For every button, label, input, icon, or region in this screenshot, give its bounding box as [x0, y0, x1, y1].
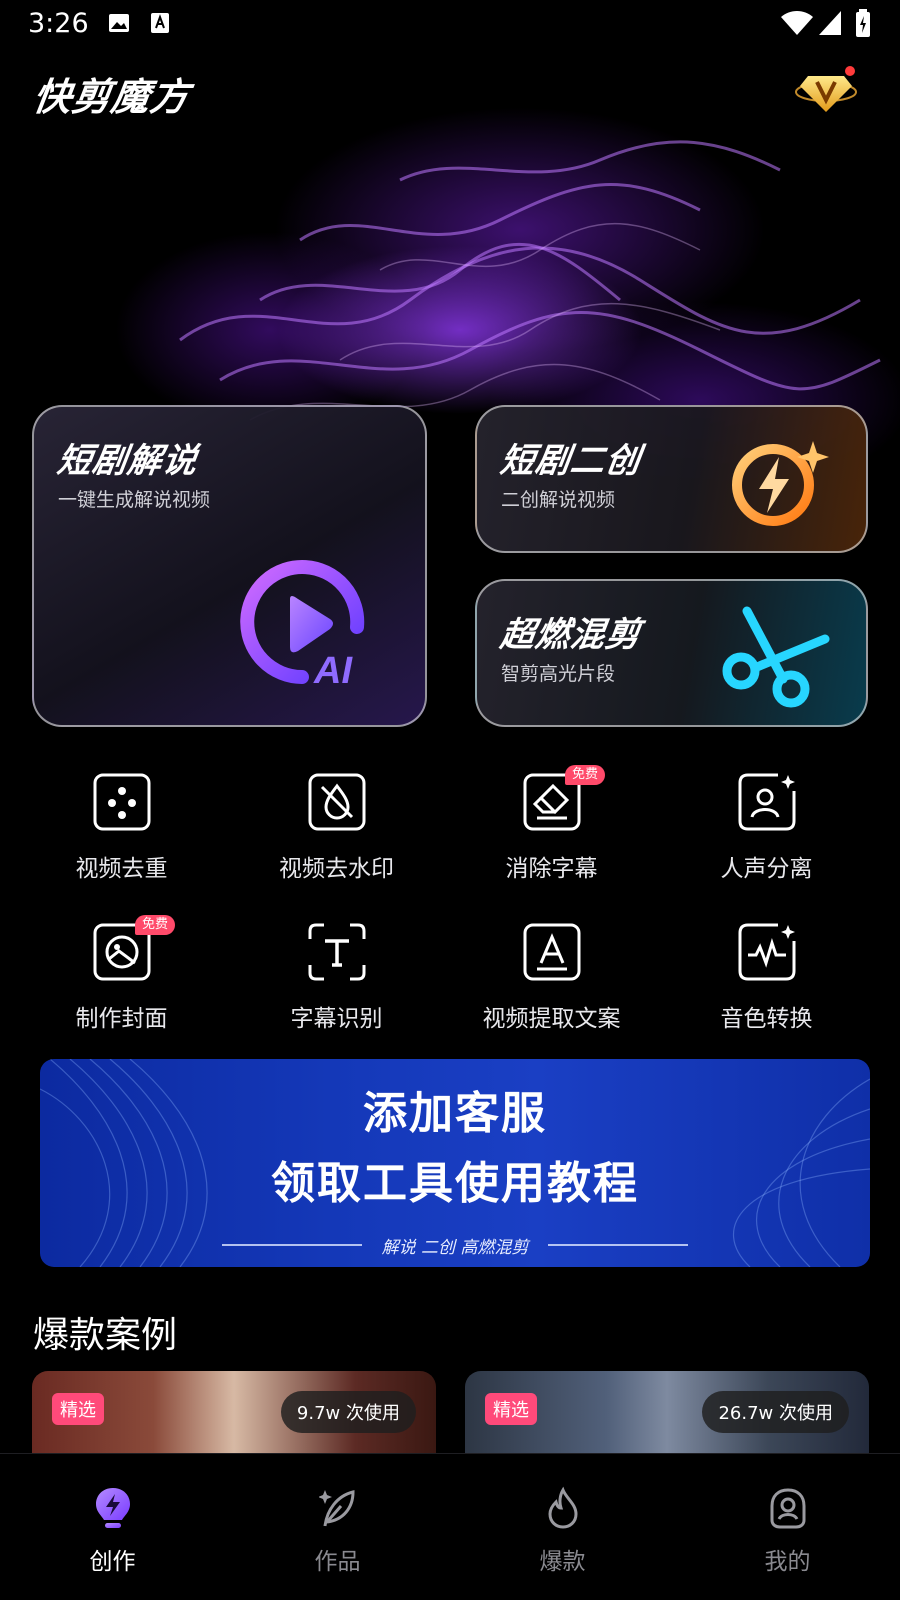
banner-subheadline: 领取工具使用教程 — [271, 1158, 639, 1209]
card-title: 短剧解说 — [54, 441, 201, 481]
tool-label: 视频去重 — [75, 856, 168, 882]
gallery-icon — [109, 14, 129, 32]
card-subtitle: 二创解说视频 — [501, 489, 616, 511]
tool-label: 人声分离 — [720, 856, 813, 882]
extract-text-icon — [523, 923, 581, 981]
featured-tag: 精选 — [52, 1393, 104, 1425]
nav-tab-create[interactable]: 创作 — [0, 1454, 225, 1600]
free-badge: 免费 — [565, 765, 606, 785]
no-watermark-icon — [308, 773, 366, 831]
card-title: 超燃混剪 — [497, 615, 644, 655]
tool-label: 消除字幕 — [505, 856, 598, 882]
signal-icon — [819, 11, 841, 35]
card-title: 短剧二创 — [497, 441, 644, 481]
voice-separate-icon — [738, 773, 796, 831]
tool-make-cover[interactable]: 免费 制作封面 — [14, 915, 229, 1053]
nav-tab-profile[interactable]: 我的 — [675, 1454, 900, 1600]
tool-remove-watermark[interactable]: 视频去水印 — [229, 773, 444, 903]
nav-label: 作品 — [314, 1549, 361, 1575]
customer-service-banner[interactable]: 添加客服 领取工具使用教程 解说 二创 高燃混剪 — [40, 1059, 870, 1267]
dice-icon — [93, 773, 151, 831]
works-leaf-icon — [319, 1490, 355, 1527]
font-a-icon — [151, 13, 169, 33]
card-subtitle: 一键生成解说视频 — [58, 489, 211, 511]
tool-label: 字幕识别 — [290, 1006, 383, 1032]
tool-label: 音色转换 — [720, 1006, 813, 1032]
tool-remove-subtitles[interactable]: 免费 消除字幕 — [444, 765, 659, 903]
tool-label: 视频提取文案 — [482, 1006, 621, 1032]
nav-label: 创作 — [89, 1549, 136, 1575]
lightning-sparkle-icon — [732, 441, 829, 526]
tool-extract-copywriting[interactable]: 视频提取文案 — [444, 923, 659, 1053]
notification-dot — [845, 66, 855, 76]
tool-subtitle-recognition[interactable]: 字幕识别 — [229, 923, 444, 1053]
banner-headline: 添加客服 — [363, 1088, 547, 1139]
section-title: 爆款案例 — [33, 1315, 178, 1356]
feature-card-highlight-mix[interactable]: 超燃混剪 智剪高光片段 — [475, 579, 868, 727]
app-logo: 快剪魔方 — [30, 75, 193, 119]
feature-card-drama-narration[interactable]: 短剧解说 一键生成解说视频 AI — [32, 405, 427, 727]
nav-label: 爆款 — [539, 1549, 586, 1575]
wifi-icon — [781, 11, 813, 35]
profile-icon — [770, 1488, 806, 1529]
tool-voice-conversion[interactable]: 音色转换 — [659, 923, 874, 1053]
scissors-icon — [722, 606, 830, 708]
banner-divider-right — [548, 1244, 688, 1246]
flame-icon — [548, 1486, 578, 1529]
card-subtitle: 智剪高光片段 — [501, 663, 616, 685]
ai-play-icon: AI — [240, 560, 365, 692]
banner-tagline: 解说 二创 高燃混剪 — [381, 1238, 529, 1258]
feature-card-drama-remix[interactable]: 短剧二创 二创解说视频 — [475, 405, 868, 553]
voice-convert-icon — [738, 923, 796, 981]
usage-count: 26.7w 次使用 — [702, 1391, 849, 1433]
tool-voice-separation[interactable]: 人声分离 — [659, 773, 874, 903]
tool-label: 制作封面 — [75, 1006, 168, 1032]
nav-tab-trending[interactable]: 爆款 — [450, 1454, 675, 1600]
create-bolt-icon — [96, 1488, 130, 1528]
app-screen: 3:26 快剪魔方 短剧解说 一键生成解说视频 AI 短剧二创 二创解说视频 超… — [0, 0, 900, 1600]
status-time: 3:26 — [28, 8, 89, 39]
tool-label: 视频去水印 — [279, 856, 394, 882]
bottom-nav: 创作 作品 爆款 我的 — [0, 1453, 900, 1600]
featured-tag: 精选 — [485, 1393, 537, 1425]
nav-tab-works[interactable]: 作品 — [225, 1454, 450, 1600]
tool-video-dedupe[interactable]: 视频去重 — [14, 773, 229, 903]
free-badge: 免费 — [135, 915, 176, 935]
text-recognize-icon — [308, 923, 366, 981]
battery-icon — [856, 9, 870, 37]
status-bar: 3:26 — [0, 0, 900, 48]
nav-label: 我的 — [764, 1549, 811, 1575]
usage-count: 9.7w 次使用 — [280, 1391, 416, 1433]
svg-text:AI: AI — [313, 650, 353, 692]
